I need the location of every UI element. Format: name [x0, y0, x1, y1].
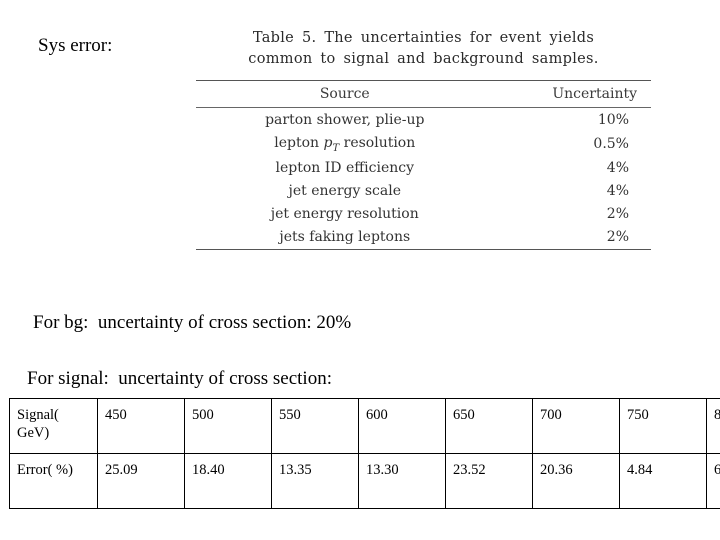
background-uncertainty-text: For bg: uncertainty of cross section: 20… [33, 312, 352, 333]
cell-uncertainty: 4% [606, 183, 629, 200]
cell-error-500: 18.40 [184, 453, 272, 509]
cell-signal-700: 700 [532, 398, 620, 454]
row-label-signal: Signal( GeV) [9, 398, 98, 454]
table-row-signal: Signal( GeV) 450 500 550 600 650 700 750… [9, 398, 720, 454]
cell-source: jet energy resolution [270, 206, 419, 223]
cell-signal-500: 500 [184, 398, 272, 454]
cell-signal-600: 600 [358, 398, 446, 454]
cell-uncertainty: 0.5% [593, 135, 629, 152]
caption-line-2: common to signal and background samples. [248, 51, 599, 68]
cell-uncertainty: 4% [606, 160, 629, 177]
paper-table-caption: Table 5. The uncertainties for event yie… [204, 28, 643, 70]
table-row: jets faking leptons 2% [196, 225, 651, 250]
cell-uncertainty: 10% [597, 111, 629, 128]
uncertainties-table: Source Uncertainty parton shower, plie-u… [196, 80, 651, 250]
caption-line-1: Table 5. The uncertainties for event yie… [252, 30, 595, 46]
error-label-part2: %) [56, 462, 73, 478]
sys-error-label: Sys error: [38, 35, 113, 56]
cell-signal-650: 650 [445, 398, 533, 454]
cell-signal-800: 800 [706, 398, 720, 454]
column-header-uncertainty: Uncertainty [483, 80, 651, 109]
cell-uncertainty: 2% [483, 225, 651, 250]
row-label-error: Error( %) [9, 453, 98, 509]
cell-error-700: 20.36 [532, 453, 620, 509]
signal-label-part1: Signal( [17, 407, 59, 423]
signal-label-part2: GeV) [17, 425, 50, 442]
cell-error-550: 13.35 [271, 453, 359, 509]
cell-error-450: 25.09 [97, 453, 185, 509]
cell-source: jets faking leptons [196, 225, 484, 250]
cell-source: lepton ID efficiency [275, 160, 415, 177]
cell-source: lepton pT resolution [274, 134, 416, 154]
paper-table-figure: Table 5. The uncertainties for event yie… [196, 28, 651, 250]
cell-error-750: 4.84 [619, 453, 707, 509]
cell-error-800: 6.36 [706, 453, 720, 509]
cell-uncertainty: 2% [606, 206, 629, 223]
table-row-error: Error( %) 25.09 18.40 13.35 13.30 23.52 … [9, 453, 720, 509]
error-label-part1: Error( [17, 462, 53, 478]
signal-error-table: Signal( GeV) 450 500 550 600 650 700 750… [9, 398, 720, 509]
cell-signal-750: 750 [619, 398, 707, 454]
cell-source: parton shower, plie-up [265, 111, 425, 128]
cell-error-650: 23.52 [445, 453, 533, 509]
table-row: parton shower, plie-up 10% [196, 108, 651, 132]
table-row: lepton pT resolution 0.5% [196, 131, 651, 157]
cell-signal-450: 450 [97, 398, 185, 454]
table-row: lepton ID efficiency 4% [196, 157, 651, 180]
table-row: jet energy resolution 2% [196, 203, 651, 226]
cell-error-600: 13.30 [358, 453, 446, 509]
cell-signal-550: 550 [271, 398, 359, 454]
signal-uncertainty-text: For signal: uncertainty of cross section… [27, 368, 332, 389]
table-row: jet energy scale 4% [196, 180, 651, 203]
cell-source: jet energy scale [288, 183, 401, 200]
paper-table-header-row: Source Uncertainty [196, 80, 651, 109]
column-header-source: Source [196, 80, 484, 109]
